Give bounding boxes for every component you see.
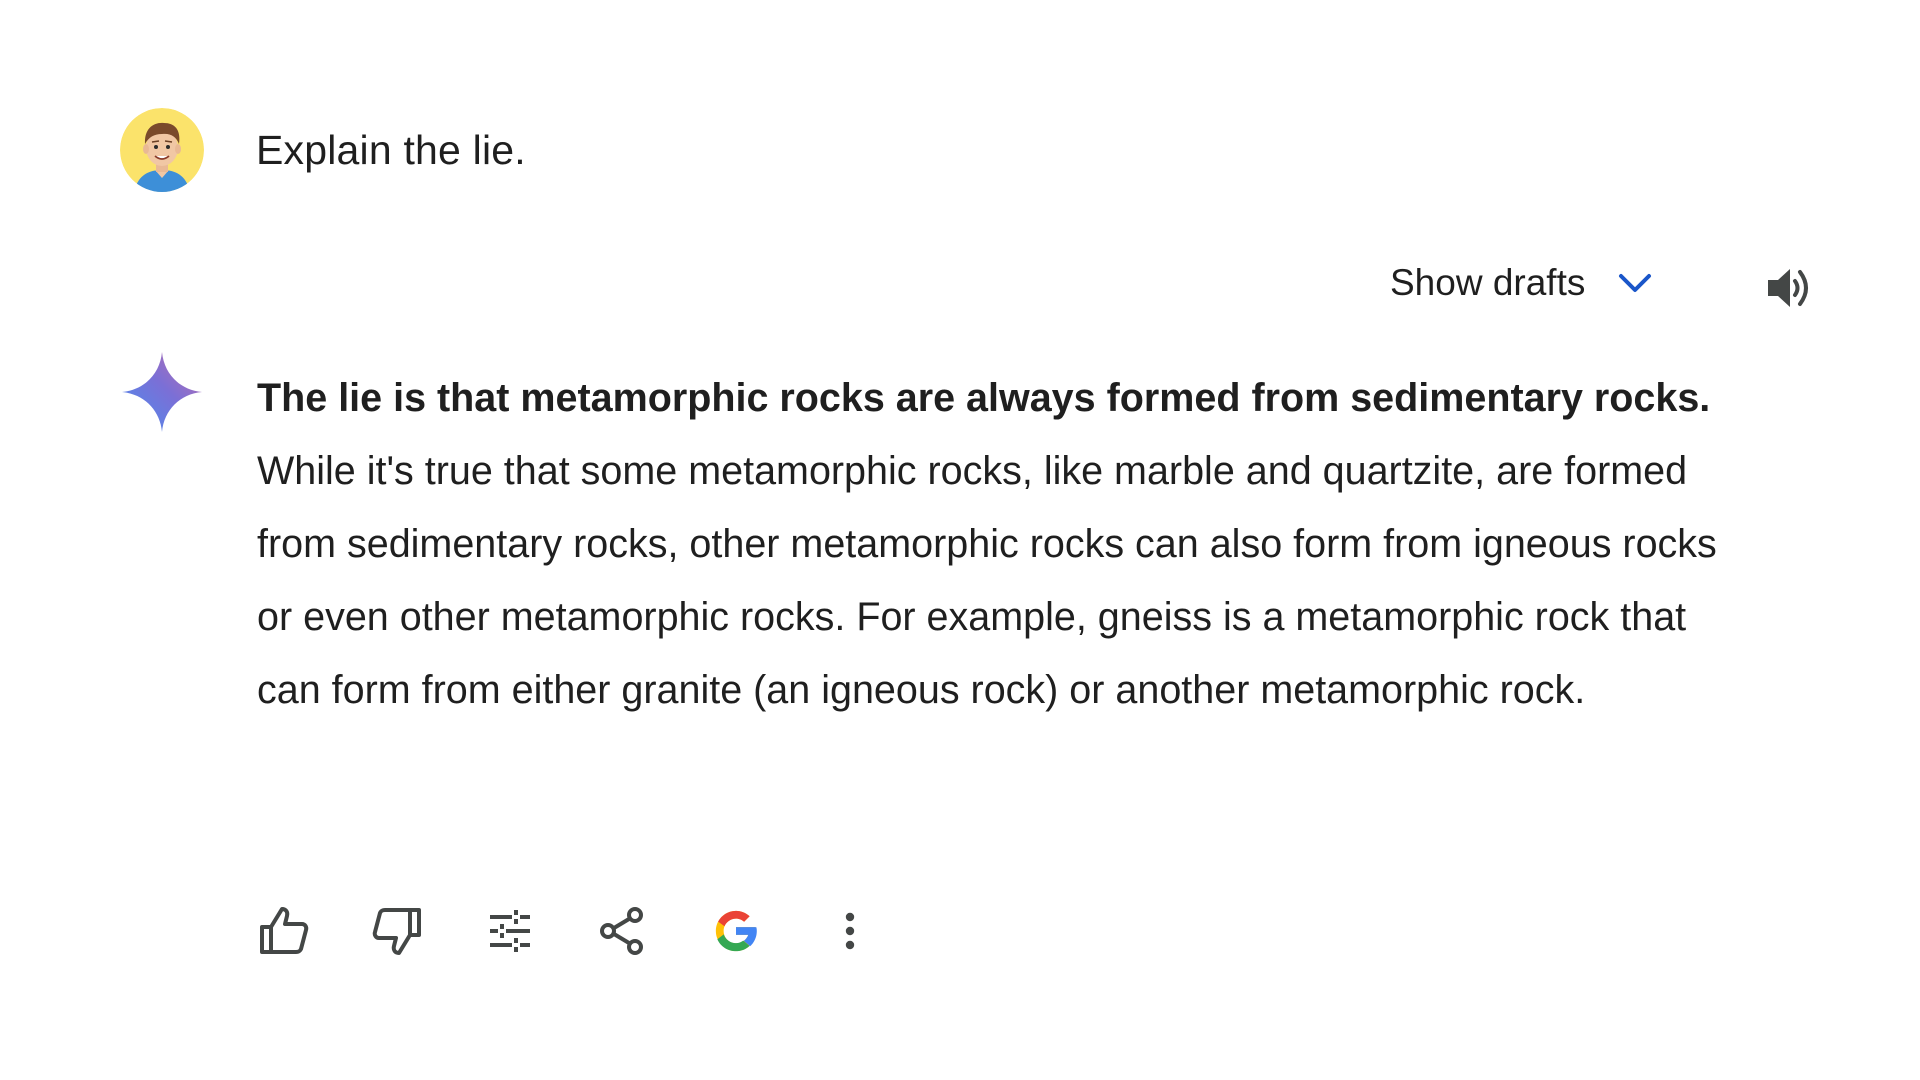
user-prompt-text: Explain the lie. [256, 126, 526, 173]
more-options-button[interactable] [822, 903, 878, 959]
chat-page: Explain the lie. Show drafts The lie is … [0, 0, 1920, 1080]
thumbs-up-button[interactable] [256, 903, 312, 959]
response-bold-text: The lie is that metamorphic rocks are al… [257, 376, 1711, 420]
modify-response-button[interactable] [482, 903, 538, 959]
thumbs-down-icon [372, 908, 421, 955]
more-vert-icon [845, 912, 855, 950]
drafts-row: Show drafts [1390, 262, 1655, 304]
share-icon [600, 907, 643, 955]
thumbs-down-button[interactable] [369, 903, 425, 959]
response-text: The lie is that metamorphic rocks are al… [257, 362, 1717, 727]
google-icon [715, 910, 758, 952]
show-drafts-button[interactable]: Show drafts [1390, 262, 1655, 304]
user-avatar[interactable] [120, 108, 204, 192]
chevron-down-icon [1619, 274, 1652, 292]
speaker-icon [1768, 269, 1808, 307]
user-prompt-row: Explain the lie. [120, 108, 526, 192]
gemini-sparkle-icon [122, 352, 202, 432]
double-check-button[interactable] [708, 903, 764, 959]
response-body-text: While it's true that some metamorphic ro… [257, 449, 1717, 712]
share-button[interactable] [594, 903, 650, 959]
response-action-bar [256, 903, 878, 959]
thumbs-up-icon [260, 907, 309, 954]
speaker-button[interactable] [1762, 260, 1818, 316]
show-drafts-label: Show drafts [1390, 262, 1586, 303]
tune-icon [490, 910, 530, 952]
